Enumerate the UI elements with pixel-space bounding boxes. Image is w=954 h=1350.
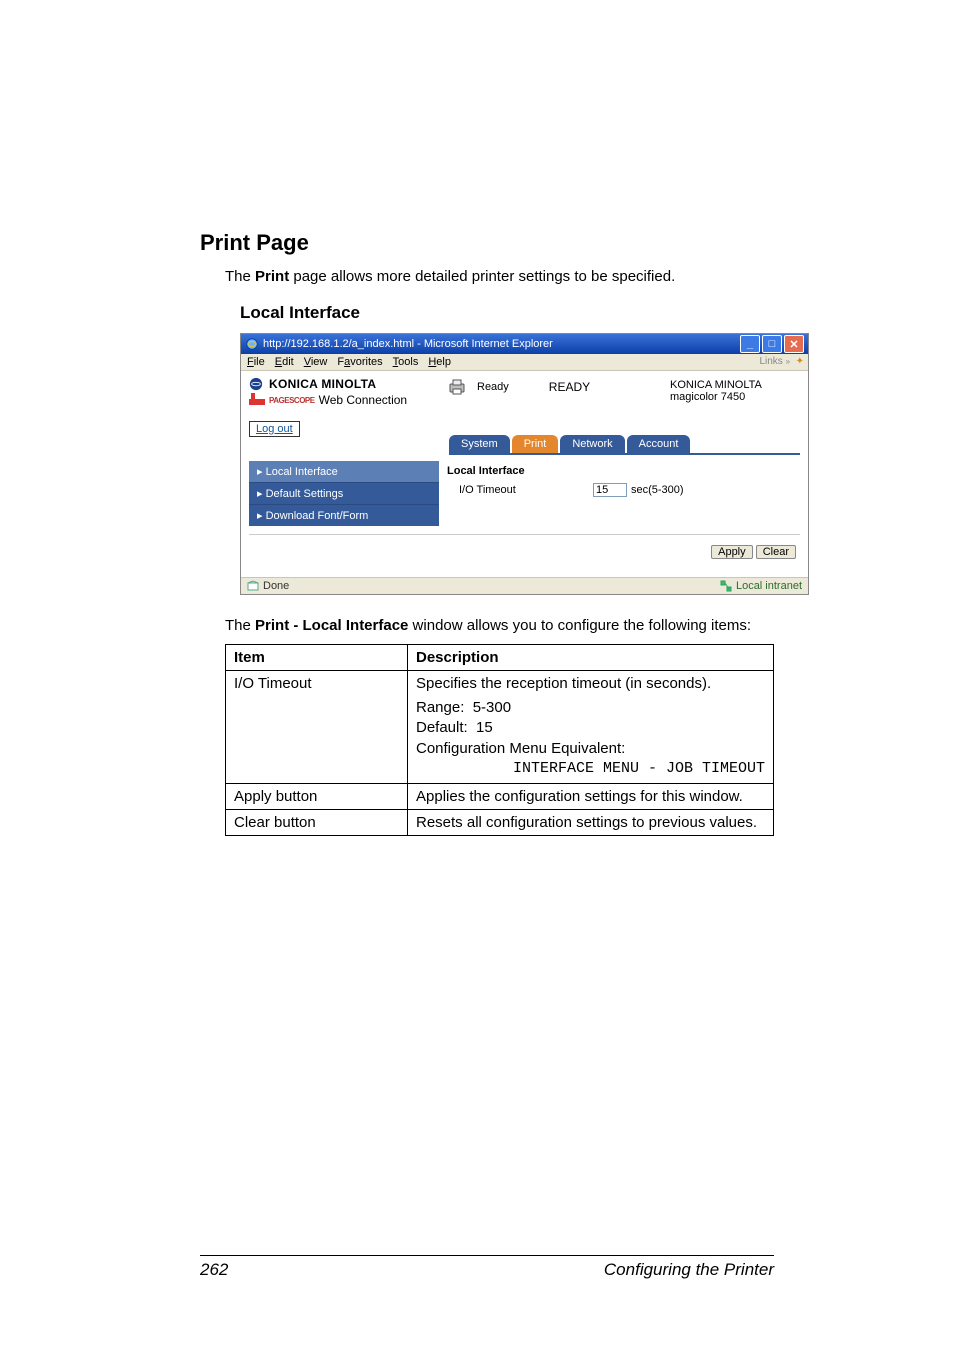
- menu-view[interactable]: View: [304, 356, 328, 368]
- panel: Local Interface I/O Timeout sec(5-300): [439, 461, 800, 526]
- sidebar-item-local-interface[interactable]: ▸ Local Interface: [249, 461, 439, 482]
- device-brand: KONICA MINOLTA: [670, 379, 800, 391]
- ie-window: http://192.168.1.2/a_index.html - Micros…: [240, 333, 809, 595]
- sidebar: ▸ Local Interface ▸ Default Settings ▸ D…: [249, 461, 439, 526]
- sidebar-item-download[interactable]: ▸ Download Font/Form: [249, 504, 439, 526]
- device-info: KONICA MINOLTA magicolor 7450: [670, 379, 800, 403]
- menu-file[interactable]: File: [247, 356, 265, 368]
- pagescope-text: PAGESCOPE: [269, 396, 315, 405]
- statusbar-done-text: Done: [263, 580, 289, 592]
- clear-button[interactable]: Clear: [756, 545, 796, 559]
- page-footer: 262 Configuring the Printer: [200, 1255, 774, 1280]
- caption-text: The Print - Local Interface window allow…: [225, 617, 774, 634]
- tab-bar: System Print Network Account: [449, 435, 800, 455]
- ie-icon: [245, 337, 259, 351]
- cell-apply-desc: Applies the configuration settings for t…: [408, 784, 774, 810]
- menu-bar: File Edit View Favorites Tools Help Link…: [241, 354, 808, 371]
- status-text-small: Ready: [477, 381, 509, 393]
- io-timeout-input[interactable]: [593, 483, 627, 497]
- maximize-button[interactable]: □: [762, 335, 782, 353]
- statusbar-zone-text: Local intranet: [736, 580, 802, 592]
- sub-heading: Local Interface: [240, 303, 774, 323]
- logout-button[interactable]: Log out: [249, 421, 300, 437]
- table-row: I/O Timeout Specifies the reception time…: [226, 671, 774, 784]
- brand-name: KONICA MINOLTA: [269, 377, 376, 391]
- io-timeout-label: I/O Timeout: [459, 484, 589, 496]
- browser-statusbar: Done Local intranet: [241, 577, 808, 594]
- done-icon: [247, 580, 259, 592]
- table-row: Clear button Resets all configuration se…: [226, 810, 774, 836]
- cell-clear-desc: Resets all configuration settings to pre…: [408, 810, 774, 836]
- device-model: magicolor 7450: [670, 391, 800, 403]
- intro-bold: Print: [255, 268, 289, 285]
- tab-system[interactable]: System: [449, 435, 510, 453]
- menu-favorites[interactable]: Favorites: [337, 356, 382, 368]
- tab-print[interactable]: Print: [512, 435, 559, 453]
- konica-minolta-logo-icon: [249, 377, 263, 391]
- menu-edit[interactable]: Edit: [275, 356, 294, 368]
- minimize-button[interactable]: _: [740, 335, 760, 353]
- window-controls: _ □ ✕: [740, 335, 804, 353]
- tab-network[interactable]: Network: [560, 435, 624, 453]
- cell-clear-item: Clear button: [226, 810, 408, 836]
- intranet-icon: [720, 580, 732, 592]
- apply-button[interactable]: Apply: [711, 545, 753, 559]
- io-timeout-unit: sec(5-300): [631, 484, 684, 496]
- pagescope-icon: [249, 393, 265, 407]
- caption-bold: Print - Local Interface: [255, 617, 408, 634]
- footer-label: Configuring the Printer: [604, 1260, 774, 1280]
- web-connection-text: Web Connection: [319, 393, 408, 407]
- th-desc: Description: [408, 645, 774, 671]
- cell-apply-item: Apply button: [226, 784, 408, 810]
- io-desc-line1: Specifies the reception timeout (in seco…: [416, 675, 765, 692]
- io-cfg-value: INTERFACE MENU - JOB TIMEOUT: [416, 759, 765, 779]
- cell-io-desc: Specifies the reception timeout (in seco…: [408, 671, 774, 784]
- intro-text: The Print page allows more detailed prin…: [225, 268, 774, 285]
- links-label[interactable]: Links » ✦: [759, 356, 804, 367]
- page-number: 262: [200, 1260, 228, 1280]
- close-button[interactable]: ✕: [784, 335, 804, 353]
- table-row: Apply button Applies the configuration s…: [226, 784, 774, 810]
- spec-table: Item Description I/O Timeout Specifies t…: [225, 644, 774, 836]
- th-item: Item: [226, 645, 408, 671]
- panel-title: Local Interface: [447, 465, 792, 477]
- menu-help[interactable]: Help: [428, 356, 451, 368]
- status-text-big: READY: [549, 380, 590, 394]
- button-row: Apply Clear: [249, 534, 800, 569]
- cell-io-item: I/O Timeout: [226, 671, 408, 784]
- window-title: http://192.168.1.2/a_index.html - Micros…: [263, 338, 553, 350]
- window-titlebar: http://192.168.1.2/a_index.html - Micros…: [241, 334, 808, 354]
- printer-icon: [447, 377, 467, 397]
- sidebar-item-default-settings[interactable]: ▸ Default Settings: [249, 482, 439, 504]
- tab-account[interactable]: Account: [627, 435, 691, 453]
- brand-block: KONICA MINOLTA PAGESCOPE Web Connection …: [249, 377, 439, 437]
- section-heading: Print Page: [200, 230, 774, 256]
- menu-tools[interactable]: Tools: [393, 356, 419, 368]
